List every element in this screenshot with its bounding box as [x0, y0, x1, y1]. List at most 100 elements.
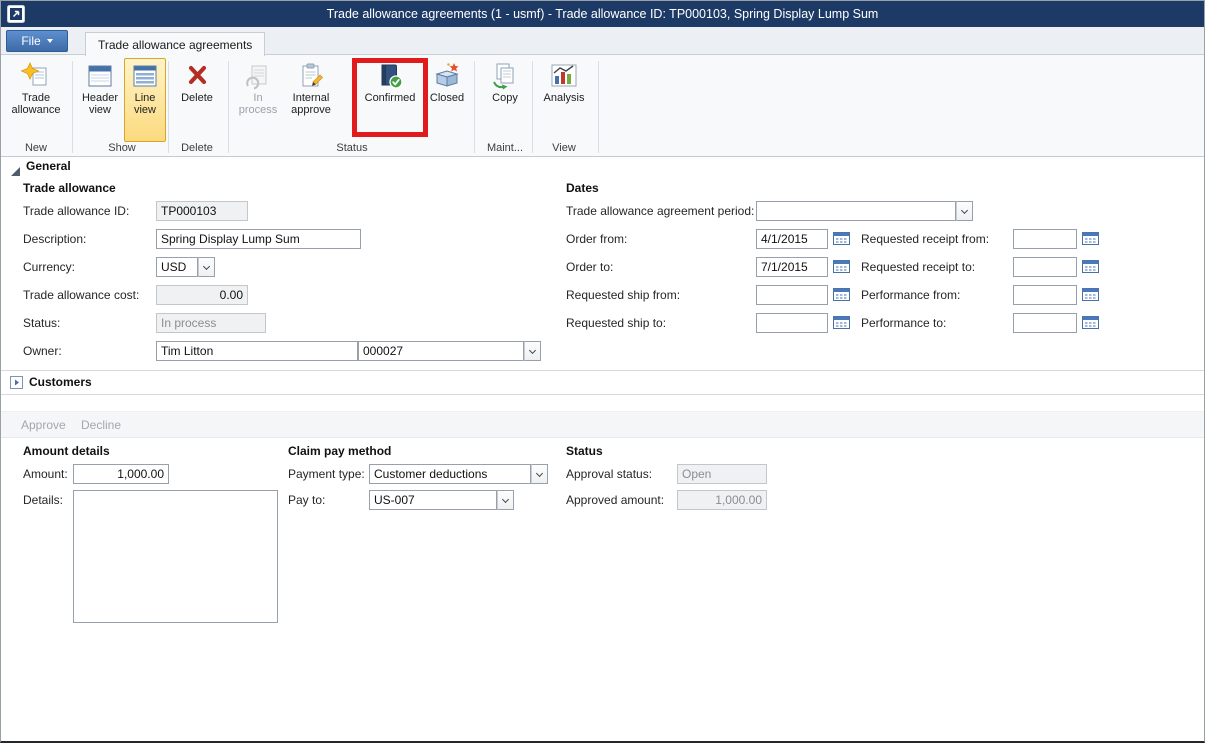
internal-approve-icon — [296, 62, 326, 90]
pay-to-label: Pay to: — [288, 493, 325, 507]
delete-icon — [182, 62, 212, 90]
in-process-icon — [243, 62, 273, 90]
order-to-field[interactable]: 7/1/2015 — [756, 257, 828, 277]
agreement-period-field[interactable] — [756, 201, 956, 221]
requested-receipt-from-label: Requested receipt from: — [861, 232, 989, 246]
general-section-header[interactable]: General — [26, 159, 71, 173]
ribbon-button-label: Confirmed — [365, 92, 416, 104]
general-collapse-icon[interactable] — [11, 163, 20, 172]
title-bar: Trade allowance agreements (1 - usmf) - … — [1, 1, 1204, 27]
requested-receipt-to-field[interactable] — [1013, 257, 1077, 277]
performance-to-calendar-button[interactable] — [1081, 314, 1100, 331]
ribbon-button-label: Delete — [181, 92, 213, 104]
ribbon-button-delete[interactable]: Delete — [172, 58, 222, 142]
copy-icon — [490, 62, 520, 90]
claim-pay-method-heading: Claim pay method — [288, 444, 391, 458]
approve-button[interactable]: Approve — [21, 418, 66, 432]
order-to-calendar-button[interactable] — [832, 258, 851, 275]
ribbon-button-header-view[interactable]: Header view — [78, 58, 122, 142]
description-field[interactable]: Spring Display Lump Sum — [156, 229, 361, 249]
amount-field[interactable]: 1,000.00 — [73, 464, 169, 484]
approval-status-label: Approval status: — [566, 467, 652, 481]
app-icon — [7, 5, 25, 23]
ribbon-group-label-delete: Delete — [172, 142, 222, 154]
file-menu-label: File — [21, 34, 40, 48]
ribbon-button-in-process[interactable]: In process — [234, 58, 282, 142]
requested-ship-to-calendar-button[interactable] — [832, 314, 851, 331]
line-status-heading: Status — [566, 444, 603, 458]
requested-ship-from-field[interactable] — [756, 285, 828, 305]
payment-type-field[interactable]: Customer deductions — [369, 464, 531, 484]
customers-section-header[interactable]: Customers — [29, 375, 92, 389]
details-label: Details: — [23, 493, 63, 507]
owner-dropdown-button[interactable] — [524, 341, 541, 361]
status-field: In process — [156, 313, 266, 333]
chevron-down-icon — [529, 346, 536, 353]
tab-trade-allowance-agreements[interactable]: Trade allowance agreements — [85, 32, 265, 56]
confirmed-icon — [375, 62, 405, 90]
ribbon-tab-strip: File Trade allowance agreements — [1, 27, 1204, 55]
lines-action-strip — [1, 411, 1204, 438]
customers-expand-icon[interactable] — [10, 376, 23, 389]
chevron-down-icon — [536, 469, 543, 476]
performance-to-field[interactable] — [1013, 313, 1077, 333]
requested-ship-to-field[interactable] — [756, 313, 828, 333]
payment-type-dropdown-button[interactable] — [531, 464, 548, 484]
payment-type-label: Payment type: — [288, 467, 365, 481]
requested-receipt-from-calendar-button[interactable] — [1081, 230, 1100, 247]
ribbon-button-label: Trade allowance — [8, 92, 64, 116]
currency-dropdown-button[interactable] — [198, 257, 215, 277]
file-menu-button[interactable]: File — [6, 30, 68, 52]
chevron-down-icon — [961, 206, 968, 213]
requested-ship-from-calendar-button[interactable] — [832, 286, 851, 303]
ribbon-button-trade-allowance[interactable]: Trade allowance — [6, 58, 66, 142]
pay-to-dropdown-button[interactable] — [497, 490, 514, 510]
window-title: Trade allowance agreements (1 - usmf) - … — [1, 7, 1204, 21]
order-to-label: Order to: — [566, 260, 613, 274]
header-view-icon — [85, 62, 115, 90]
ribbon-group-separator — [598, 61, 599, 153]
trade-allowance-cost-field: 0.00 — [156, 285, 248, 305]
ribbon-button-label: Internal approve — [286, 92, 336, 116]
order-from-field[interactable]: 4/1/2015 — [756, 229, 828, 249]
requested-ship-to-label: Requested ship to: — [566, 316, 666, 330]
ribbon-button-label: Header view — [80, 92, 120, 116]
performance-from-calendar-button[interactable] — [1081, 286, 1100, 303]
owner-name-field[interactable]: Tim Litton — [156, 341, 358, 361]
decline-button[interactable]: Decline — [81, 418, 121, 432]
ribbon: Trade allowance Header view Line view De… — [1, 55, 1204, 157]
ribbon-button-copy[interactable]: Copy — [482, 58, 528, 142]
currency-field[interactable]: USD — [156, 257, 198, 277]
pay-to-field[interactable]: US-007 — [369, 490, 497, 510]
ribbon-group-separator — [228, 61, 229, 153]
amount-details-heading: Amount details — [23, 444, 110, 458]
ribbon-group-label-maint: Maint... — [482, 142, 528, 154]
app-window: Trade allowance agreements (1 - usmf) - … — [0, 0, 1205, 743]
ribbon-button-closed[interactable]: Closed — [424, 58, 470, 142]
approved-amount-field: 1,000.00 — [677, 490, 767, 510]
requested-receipt-from-field[interactable] — [1013, 229, 1077, 249]
trade-allowance-cost-label: Trade allowance cost: — [23, 288, 139, 302]
agreement-period-dropdown-button[interactable] — [956, 201, 973, 221]
ribbon-button-label: In process — [236, 92, 280, 116]
ribbon-button-confirmed[interactable]: Confirmed — [361, 58, 419, 142]
ribbon-button-internal-approve[interactable]: Internal approve — [284, 58, 338, 142]
ribbon-group-label-view: View — [536, 142, 592, 154]
ribbon-group-separator — [72, 61, 73, 153]
ribbon-button-line-view[interactable]: Line view — [124, 58, 166, 142]
requested-receipt-to-label: Requested receipt to: — [861, 260, 975, 274]
performance-from-field[interactable] — [1013, 285, 1077, 305]
approved-amount-label: Approved amount: — [566, 493, 664, 507]
requested-ship-from-label: Requested ship from: — [566, 288, 680, 302]
owner-id-field[interactable]: 000027 — [358, 341, 524, 361]
requested-receipt-to-calendar-button[interactable] — [1081, 258, 1100, 275]
ribbon-group-separator — [474, 61, 475, 153]
details-textarea[interactable] — [73, 490, 278, 623]
trade-allowance-id-field: TP000103 — [156, 201, 248, 221]
ribbon-button-label: Line view — [126, 92, 164, 116]
ribbon-button-label: Analysis — [544, 92, 585, 104]
order-from-calendar-button[interactable] — [832, 230, 851, 247]
ribbon-button-label: Closed — [430, 92, 464, 104]
ribbon-button-analysis[interactable]: Analysis — [536, 58, 592, 142]
trade-allowance-new-icon — [21, 62, 51, 90]
